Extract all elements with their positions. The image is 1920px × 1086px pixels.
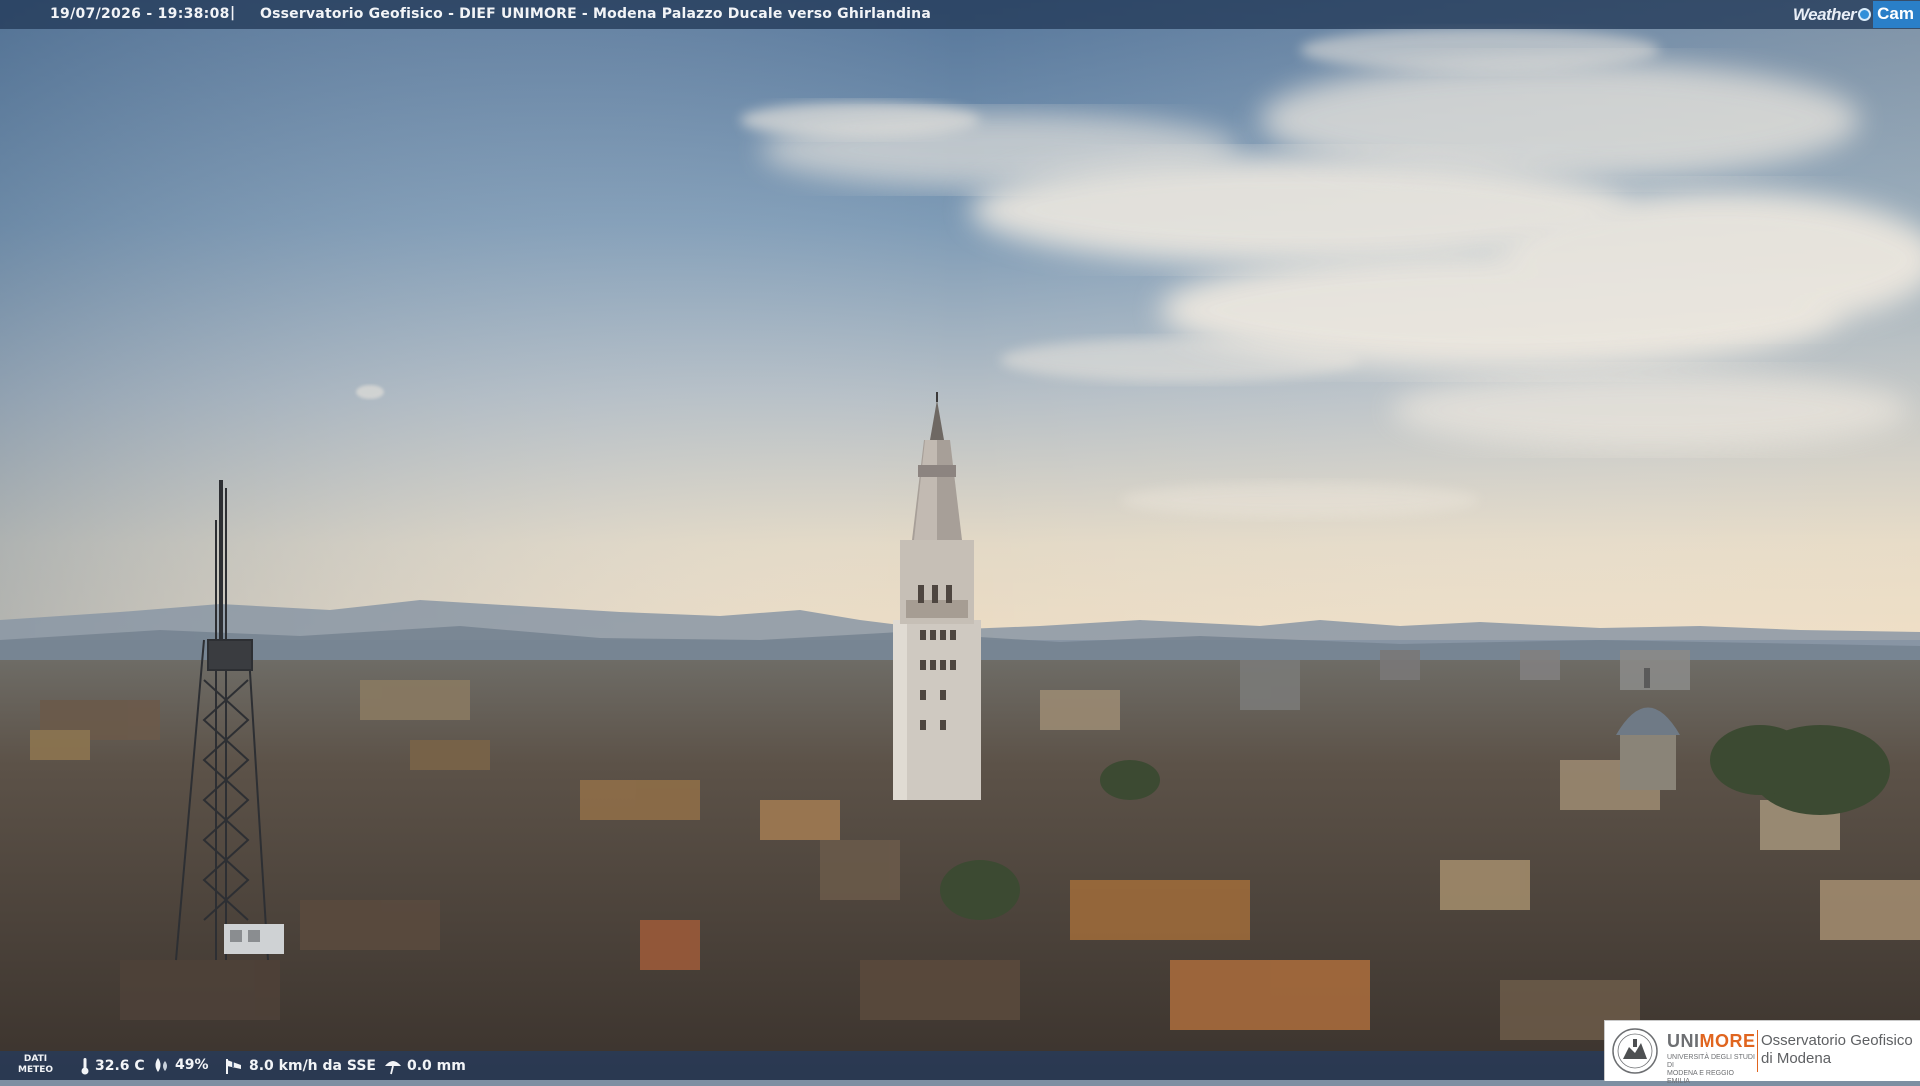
observatory-name: Osservatorio Geofisico di Modena (1761, 1032, 1913, 1067)
meteo-label: DATI METEO (18, 1054, 54, 1075)
university-name: UNIVERSITÀ DEGLI STUDI DI MODENA E REGGI… (1667, 1054, 1755, 1085)
umbrella-icon (385, 1061, 401, 1075)
brand-dot-icon (1858, 8, 1872, 21)
temperature-readout: 32.6 C (80, 1057, 145, 1075)
humidity-value: 49% (175, 1057, 209, 1073)
brand-weather: Weather (1792, 4, 1857, 24)
wind-readout: 8.0 km/h da SSE (224, 1057, 376, 1075)
university-seal-icon (1612, 1028, 1658, 1074)
top-info-bar: 19/07/2026 - 19:38:08 | Osservatorio Geo… (0, 0, 1920, 29)
logo-divider (1757, 1030, 1758, 1072)
windsock-icon (226, 1059, 241, 1074)
weathercam-logo: Weather Cam (1793, 0, 1920, 29)
separator: | (230, 5, 236, 21)
rain-value: 0.0 mm (407, 1058, 466, 1074)
drop-icon (155, 1058, 167, 1072)
brand-cam: Cam (1873, 1, 1920, 28)
thermometer-icon (81, 1058, 89, 1075)
observatory-logo: UNIMORE UNIVERSITÀ DEGLI STUDI DI MODENA… (1604, 1020, 1920, 1085)
webcam-scene (0, 0, 1920, 1080)
humidity-readout: 49% (152, 1057, 209, 1073)
timestamp: 19/07/2026 - 19:38:08 (50, 6, 230, 22)
camera-title: Osservatorio Geofisico - DIEF UNIMORE - … (260, 6, 931, 22)
temperature-value: 32.6 C (95, 1058, 145, 1074)
unimore-wordmark: UNIMORE (1667, 1031, 1756, 1051)
wind-value: 8.0 km/h da SSE (249, 1058, 376, 1074)
rain-readout: 0.0 mm (384, 1057, 466, 1075)
